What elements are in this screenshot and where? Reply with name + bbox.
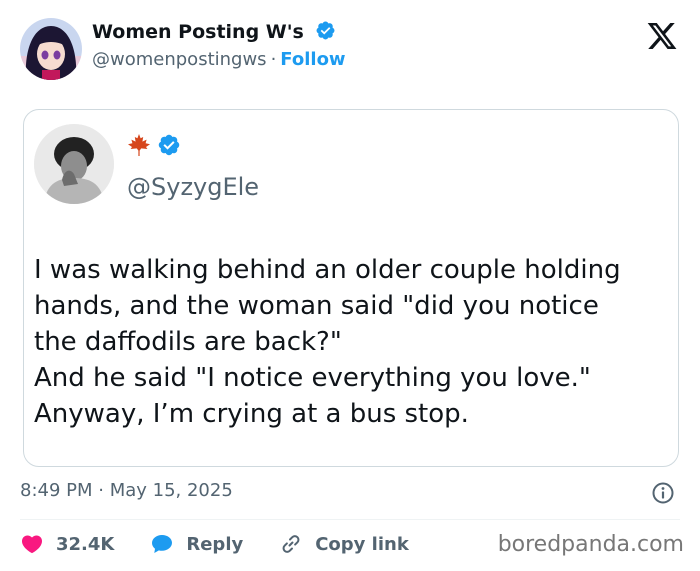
reply-bubble-icon <box>152 535 173 553</box>
quoted-text-line: the daffodils are back?" <box>34 327 342 357</box>
quoted-text-line: I was walking behind an older couple hol… <box>34 255 621 285</box>
quoted-post-card[interactable]: @SyzygEle I was walking behind an older … <box>23 109 679 467</box>
maple-leaf-icon <box>128 134 150 156</box>
like-count: 32.4K <box>56 533 115 555</box>
divider <box>20 519 680 520</box>
separator-dot: · <box>270 49 277 70</box>
post-timestamp[interactable]: 8:49 PM · May 15, 2025 <box>20 480 233 501</box>
info-icon[interactable] <box>651 481 675 505</box>
copy-link-label: Copy link <box>315 533 409 555</box>
quoted-avatar <box>34 124 114 204</box>
x-logo-icon[interactable] <box>646 20 678 52</box>
watermark: boredpanda.com <box>497 532 684 557</box>
quoted-text-line: And he said "I notice everything you lov… <box>34 363 591 393</box>
author-handle[interactable]: @womenpostingws <box>92 49 267 70</box>
follow-button[interactable]: Follow <box>280 49 345 70</box>
heart-icon <box>21 535 43 554</box>
reply-button[interactable]: Reply <box>150 532 243 556</box>
action-bar: 32.4K Reply Copy link <box>20 531 445 557</box>
quoted-text-line: hands, and the woman said "did you notic… <box>34 291 599 321</box>
quoted-handle[interactable]: @SyzygEle <box>127 173 259 201</box>
quoted-text-line: Anyway, I’m crying at a bus stop. <box>34 399 469 429</box>
quoted-text: I was walking behind an older couple hol… <box>34 252 670 432</box>
quoted-name-row <box>127 133 181 157</box>
link-icon <box>282 535 300 553</box>
reply-label: Reply <box>186 533 244 555</box>
author-name-row[interactable]: Women Posting W's <box>92 20 336 43</box>
author-handle-row: @womenpostingws · Follow <box>92 49 346 70</box>
verified-badge-icon <box>158 134 180 156</box>
author-name[interactable]: Women Posting W's <box>92 21 304 43</box>
author-avatar[interactable] <box>20 18 82 80</box>
verified-badge-icon <box>316 21 334 40</box>
copy-link-button[interactable]: Copy link <box>279 532 409 556</box>
like-button[interactable]: 32.4K <box>20 532 114 556</box>
